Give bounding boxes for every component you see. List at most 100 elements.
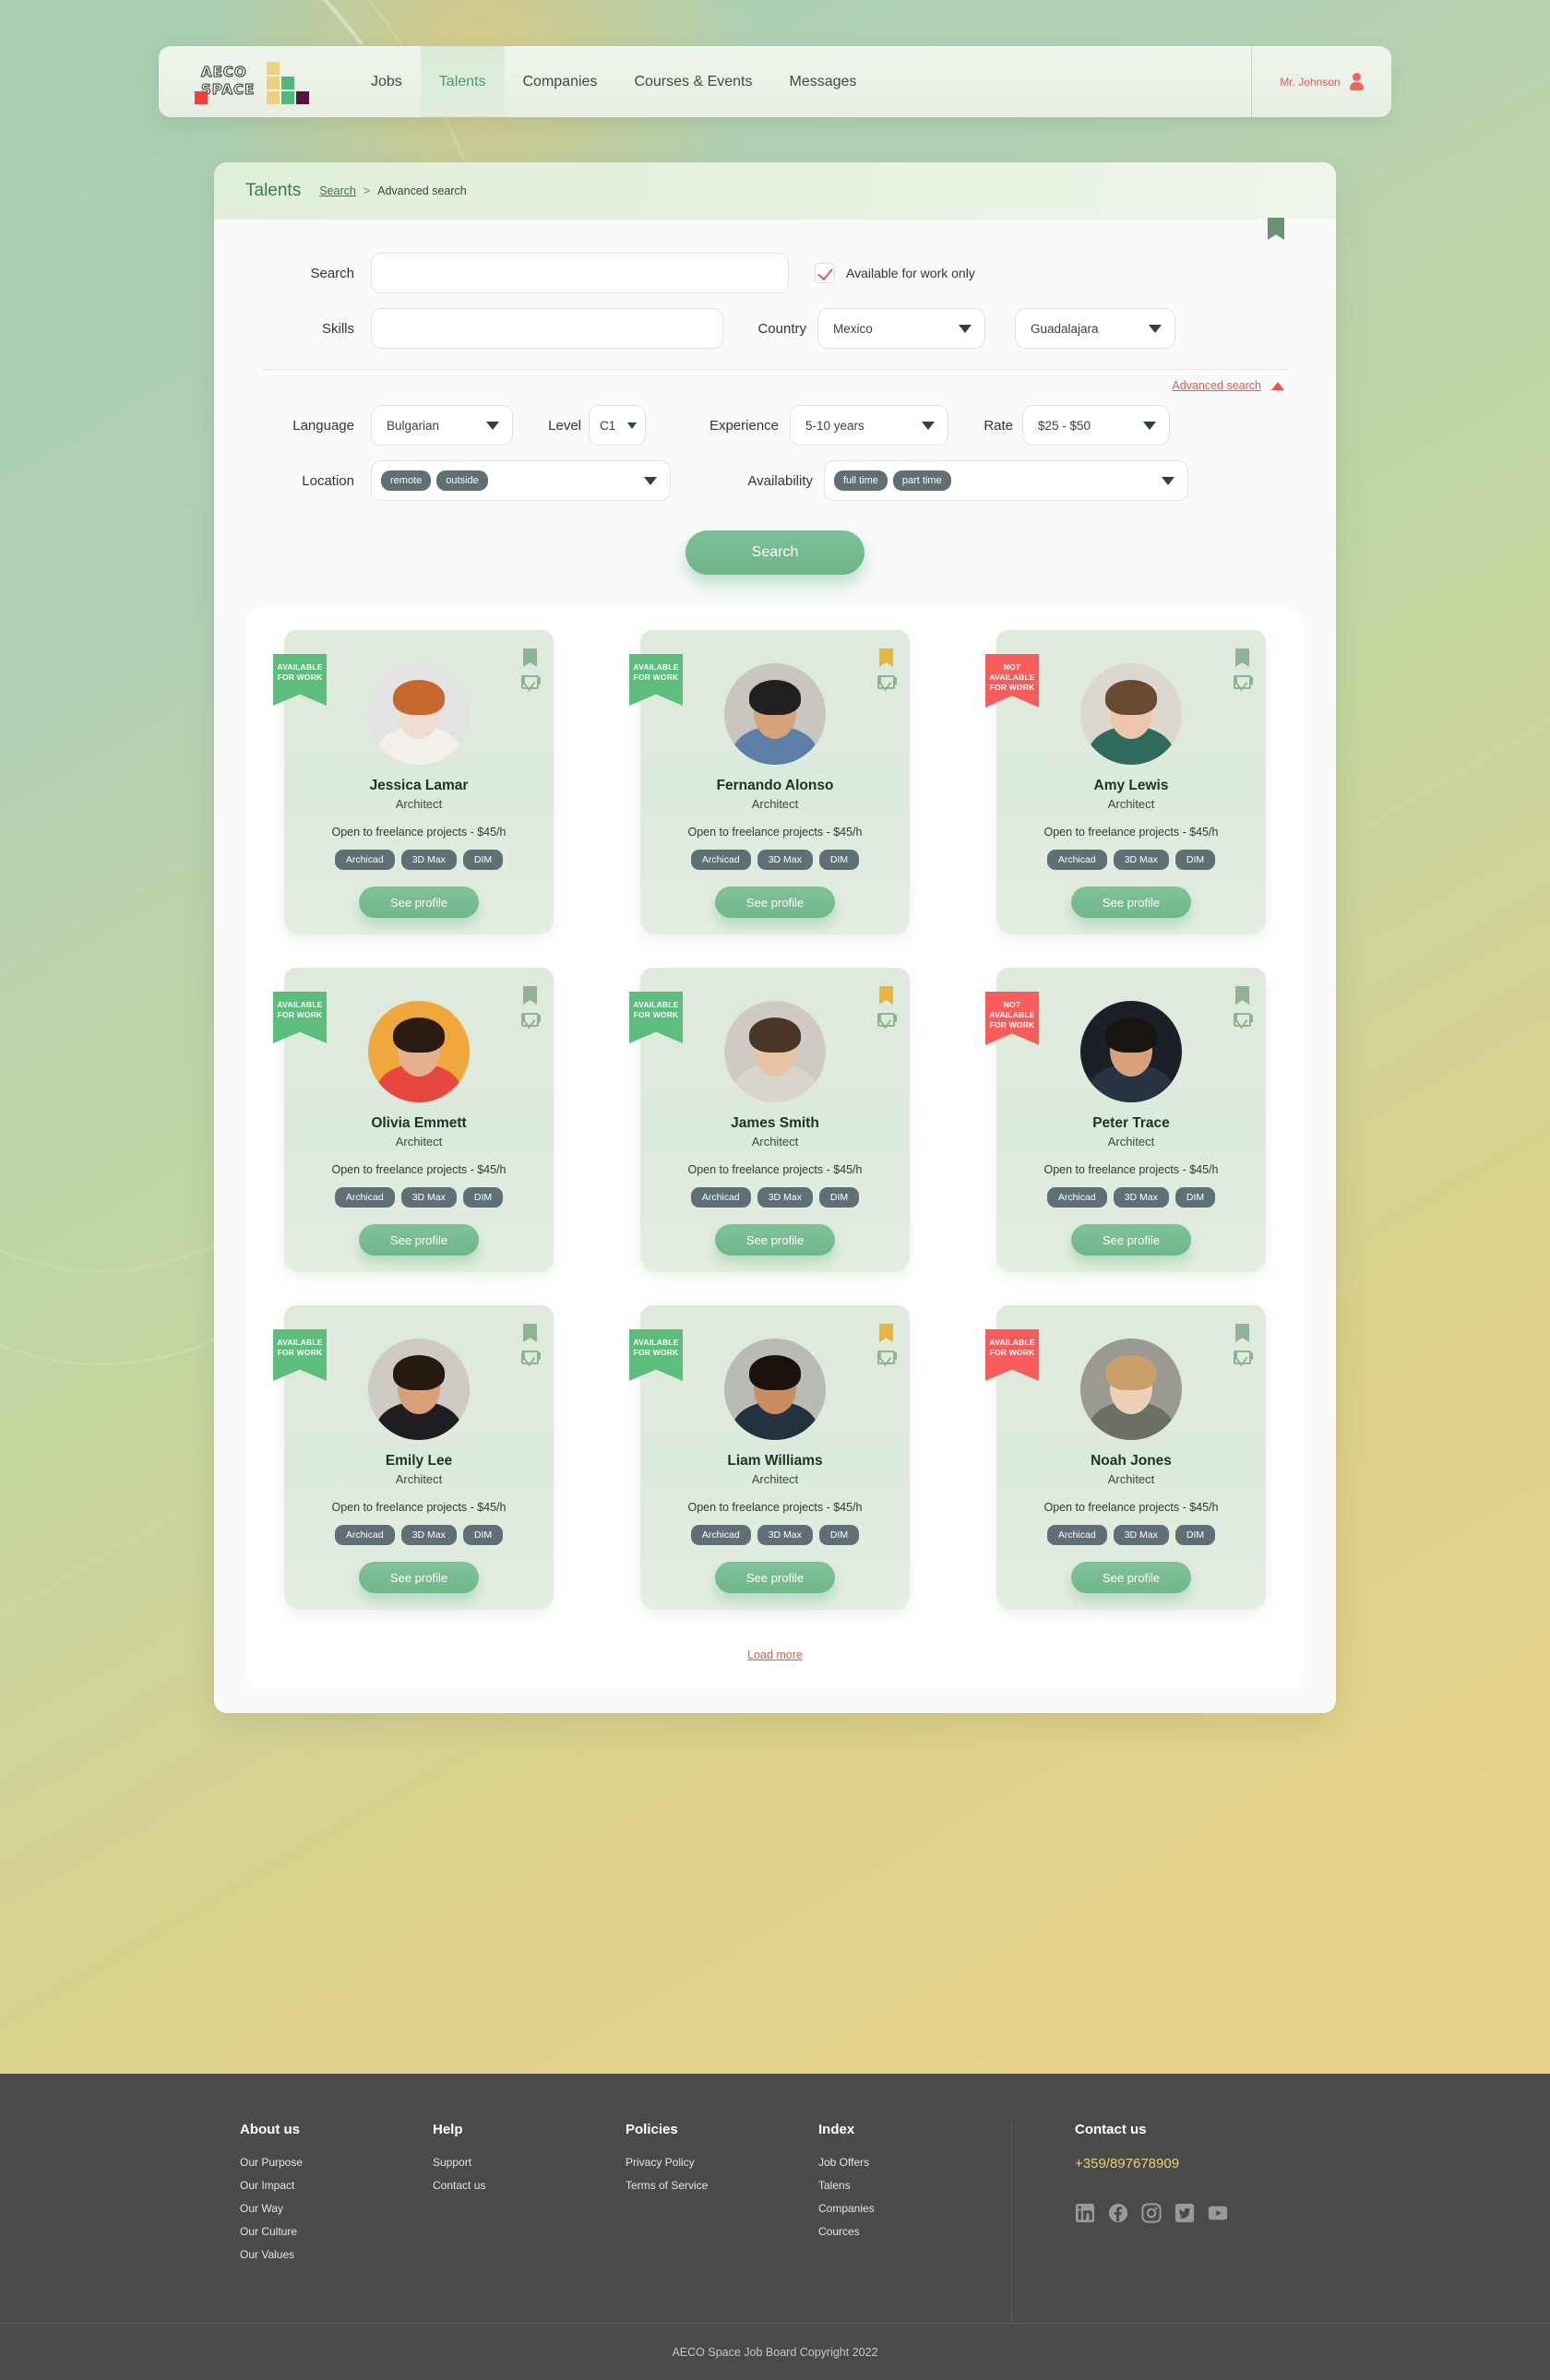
twitter-icon[interactable] <box>1174 2203 1195 2223</box>
skill-tag[interactable]: Archicad <box>1046 850 1107 870</box>
level-select[interactable]: C1 <box>589 405 646 446</box>
see-profile-button[interactable]: See profile <box>1071 1562 1191 1593</box>
bookmark-icon[interactable] <box>523 649 537 667</box>
skills-input[interactable] <box>371 308 723 349</box>
linkedin-icon[interactable] <box>1075 2203 1095 2223</box>
search-button[interactable]: Search <box>686 530 864 575</box>
talent-card[interactable]: AVAILABLE FOR WORK Emily Lee Architect Open… <box>273 1305 554 1610</box>
advanced-search-link[interactable]: Advanced search <box>1172 379 1261 392</box>
country-select[interactable]: Mexico <box>817 308 985 349</box>
skill-tag[interactable]: Archicad <box>1046 1187 1107 1208</box>
skill-tag[interactable]: 3D Max <box>757 1187 813 1208</box>
talent-card[interactable]: AVAILABLE FOR WORK Noah Jones Architect Ope… <box>985 1305 1266 1610</box>
talent-card[interactable]: AVAILABLE FOR WORK Fernando Alonso Archite… <box>629 630 910 934</box>
skill-tag[interactable]: 3D Max <box>1113 850 1169 870</box>
experience-select[interactable]: 5-10 years <box>790 405 948 446</box>
availability-tag[interactable]: part time <box>892 470 951 491</box>
footer-link[interactable]: Our Way <box>240 2202 433 2215</box>
nav-item-jobs[interactable]: Jobs <box>352 46 421 117</box>
mail-icon[interactable] <box>521 675 539 689</box>
skill-tag[interactable]: DIM <box>818 1187 860 1208</box>
rate-select[interactable]: $25 - $50 <box>1022 405 1170 446</box>
language-select[interactable]: Bulgarian <box>371 405 513 446</box>
mail-icon[interactable] <box>521 1351 539 1364</box>
skill-tag[interactable]: 3D Max <box>757 850 813 870</box>
location-multiselect[interactable]: remote outside <box>371 460 671 501</box>
mail-icon[interactable] <box>521 1013 539 1027</box>
nav-item-companies[interactable]: Companies <box>505 46 616 117</box>
availability-tag[interactable]: full time <box>834 470 888 491</box>
skill-tag[interactable]: 3D Max <box>400 1525 457 1545</box>
bookmark-icon[interactable] <box>1235 1324 1249 1342</box>
see-profile-button[interactable]: See profile <box>1071 887 1191 918</box>
mail-icon[interactable] <box>877 1013 895 1027</box>
bookmark-icon[interactable] <box>879 649 893 667</box>
footer-link[interactable]: Support <box>433 2156 626 2169</box>
skill-tag[interactable]: 3D Max <box>400 850 457 870</box>
talent-card[interactable]: AVAILABLE FOR WORK Jessica Lamar Architect… <box>273 630 554 934</box>
bookmark-icon[interactable] <box>879 986 893 1005</box>
skill-tag[interactable]: Archicad <box>334 850 395 870</box>
see-profile-button[interactable]: See profile <box>359 1224 479 1255</box>
skill-tag[interactable]: Archicad <box>1046 1525 1107 1545</box>
skill-tag[interactable]: Archicad <box>690 1525 751 1545</box>
bookmark-icon[interactable] <box>879 1324 893 1342</box>
city-select[interactable]: Guadalajara <box>1015 308 1175 349</box>
instagram-icon[interactable] <box>1141 2203 1162 2223</box>
skill-tag[interactable]: Archicad <box>690 1187 751 1208</box>
skill-tag[interactable]: 3D Max <box>1113 1187 1169 1208</box>
see-profile-button[interactable]: See profile <box>359 887 479 918</box>
talent-card[interactable]: NOT AVAILABLE FOR WORK Amy Lewis Architect… <box>985 630 1266 934</box>
skill-tag[interactable]: DIM <box>1174 1525 1216 1545</box>
mail-icon[interactable] <box>1234 1013 1251 1027</box>
see-profile-button[interactable]: See profile <box>715 1562 835 1593</box>
nav-item-talents[interactable]: Talents <box>420 46 505 117</box>
skill-tag[interactable]: 3D Max <box>400 1187 457 1208</box>
search-input[interactable] <box>371 253 789 293</box>
talent-card[interactable]: NOT AVAILABLE FOR WORK Peter Trace Archite… <box>985 968 1266 1272</box>
talent-card[interactable]: AVAILABLE FOR WORK Olivia Emmett Architect… <box>273 968 554 1272</box>
footer-link[interactable]: Our Purpose <box>240 2156 433 2169</box>
breadcrumb-search-link[interactable]: Search <box>319 184 356 197</box>
nav-item-courses-events[interactable]: Courses & Events <box>615 46 770 117</box>
skill-tag[interactable]: 3D Max <box>1113 1525 1169 1545</box>
footer-link[interactable]: Terms of Service <box>626 2179 818 2192</box>
skill-tag[interactable]: DIM <box>462 1187 504 1208</box>
youtube-icon[interactable] <box>1208 2203 1228 2223</box>
footer-link[interactable]: Our Impact <box>240 2179 433 2192</box>
bookmark-icon[interactable] <box>523 1324 537 1342</box>
location-tag[interactable]: remote <box>381 470 432 491</box>
skill-tag[interactable]: DIM <box>818 850 860 870</box>
footer-link[interactable]: Job Offers <box>818 2156 1011 2169</box>
skill-tag[interactable]: DIM <box>462 1525 504 1545</box>
skill-tag[interactable]: Archicad <box>690 850 751 870</box>
skill-tag[interactable]: Archicad <box>334 1525 395 1545</box>
bookmark-icon[interactable] <box>1235 649 1249 667</box>
mail-icon[interactable] <box>877 675 895 689</box>
bookmark-icon[interactable] <box>1235 986 1249 1005</box>
footer-link[interactable]: Our Values <box>240 2248 433 2261</box>
skill-tag[interactable]: Archicad <box>334 1187 395 1208</box>
skill-tag[interactable]: DIM <box>462 850 504 870</box>
user-menu[interactable]: Mr. Johnson <box>1251 46 1391 117</box>
skill-tag[interactable]: DIM <box>1174 1187 1216 1208</box>
mail-icon[interactable] <box>877 1351 895 1364</box>
talent-card[interactable]: AVAILABLE FOR WORK Liam Williams Architect… <box>629 1305 910 1610</box>
see-profile-button[interactable]: See profile <box>1071 1224 1191 1255</box>
available-for-work-only-checkbox[interactable] <box>815 263 835 283</box>
nav-item-messages[interactable]: Messages <box>771 46 876 117</box>
footer-link[interactable]: Talens <box>818 2179 1011 2192</box>
chevron-up-icon[interactable] <box>1271 381 1284 390</box>
footer-link[interactable]: Our Culture <box>240 2225 433 2238</box>
footer-link[interactable]: Cources <box>818 2225 1011 2238</box>
see-profile-button[interactable]: See profile <box>715 1224 835 1255</box>
bookmark-icon[interactable] <box>523 986 537 1005</box>
skill-tag[interactable]: 3D Max <box>757 1525 813 1545</box>
logo[interactable]: AECO SPACE <box>159 61 352 104</box>
load-more-link[interactable]: Load more <box>747 1648 803 1661</box>
footer-link[interactable]: Contact us <box>433 2179 626 2192</box>
mail-icon[interactable] <box>1234 1351 1251 1364</box>
footer-phone-link[interactable]: +359/897678909 <box>1075 2156 1288 2172</box>
footer-link[interactable]: Privacy Policy <box>626 2156 818 2169</box>
skill-tag[interactable]: DIM <box>1174 850 1216 870</box>
